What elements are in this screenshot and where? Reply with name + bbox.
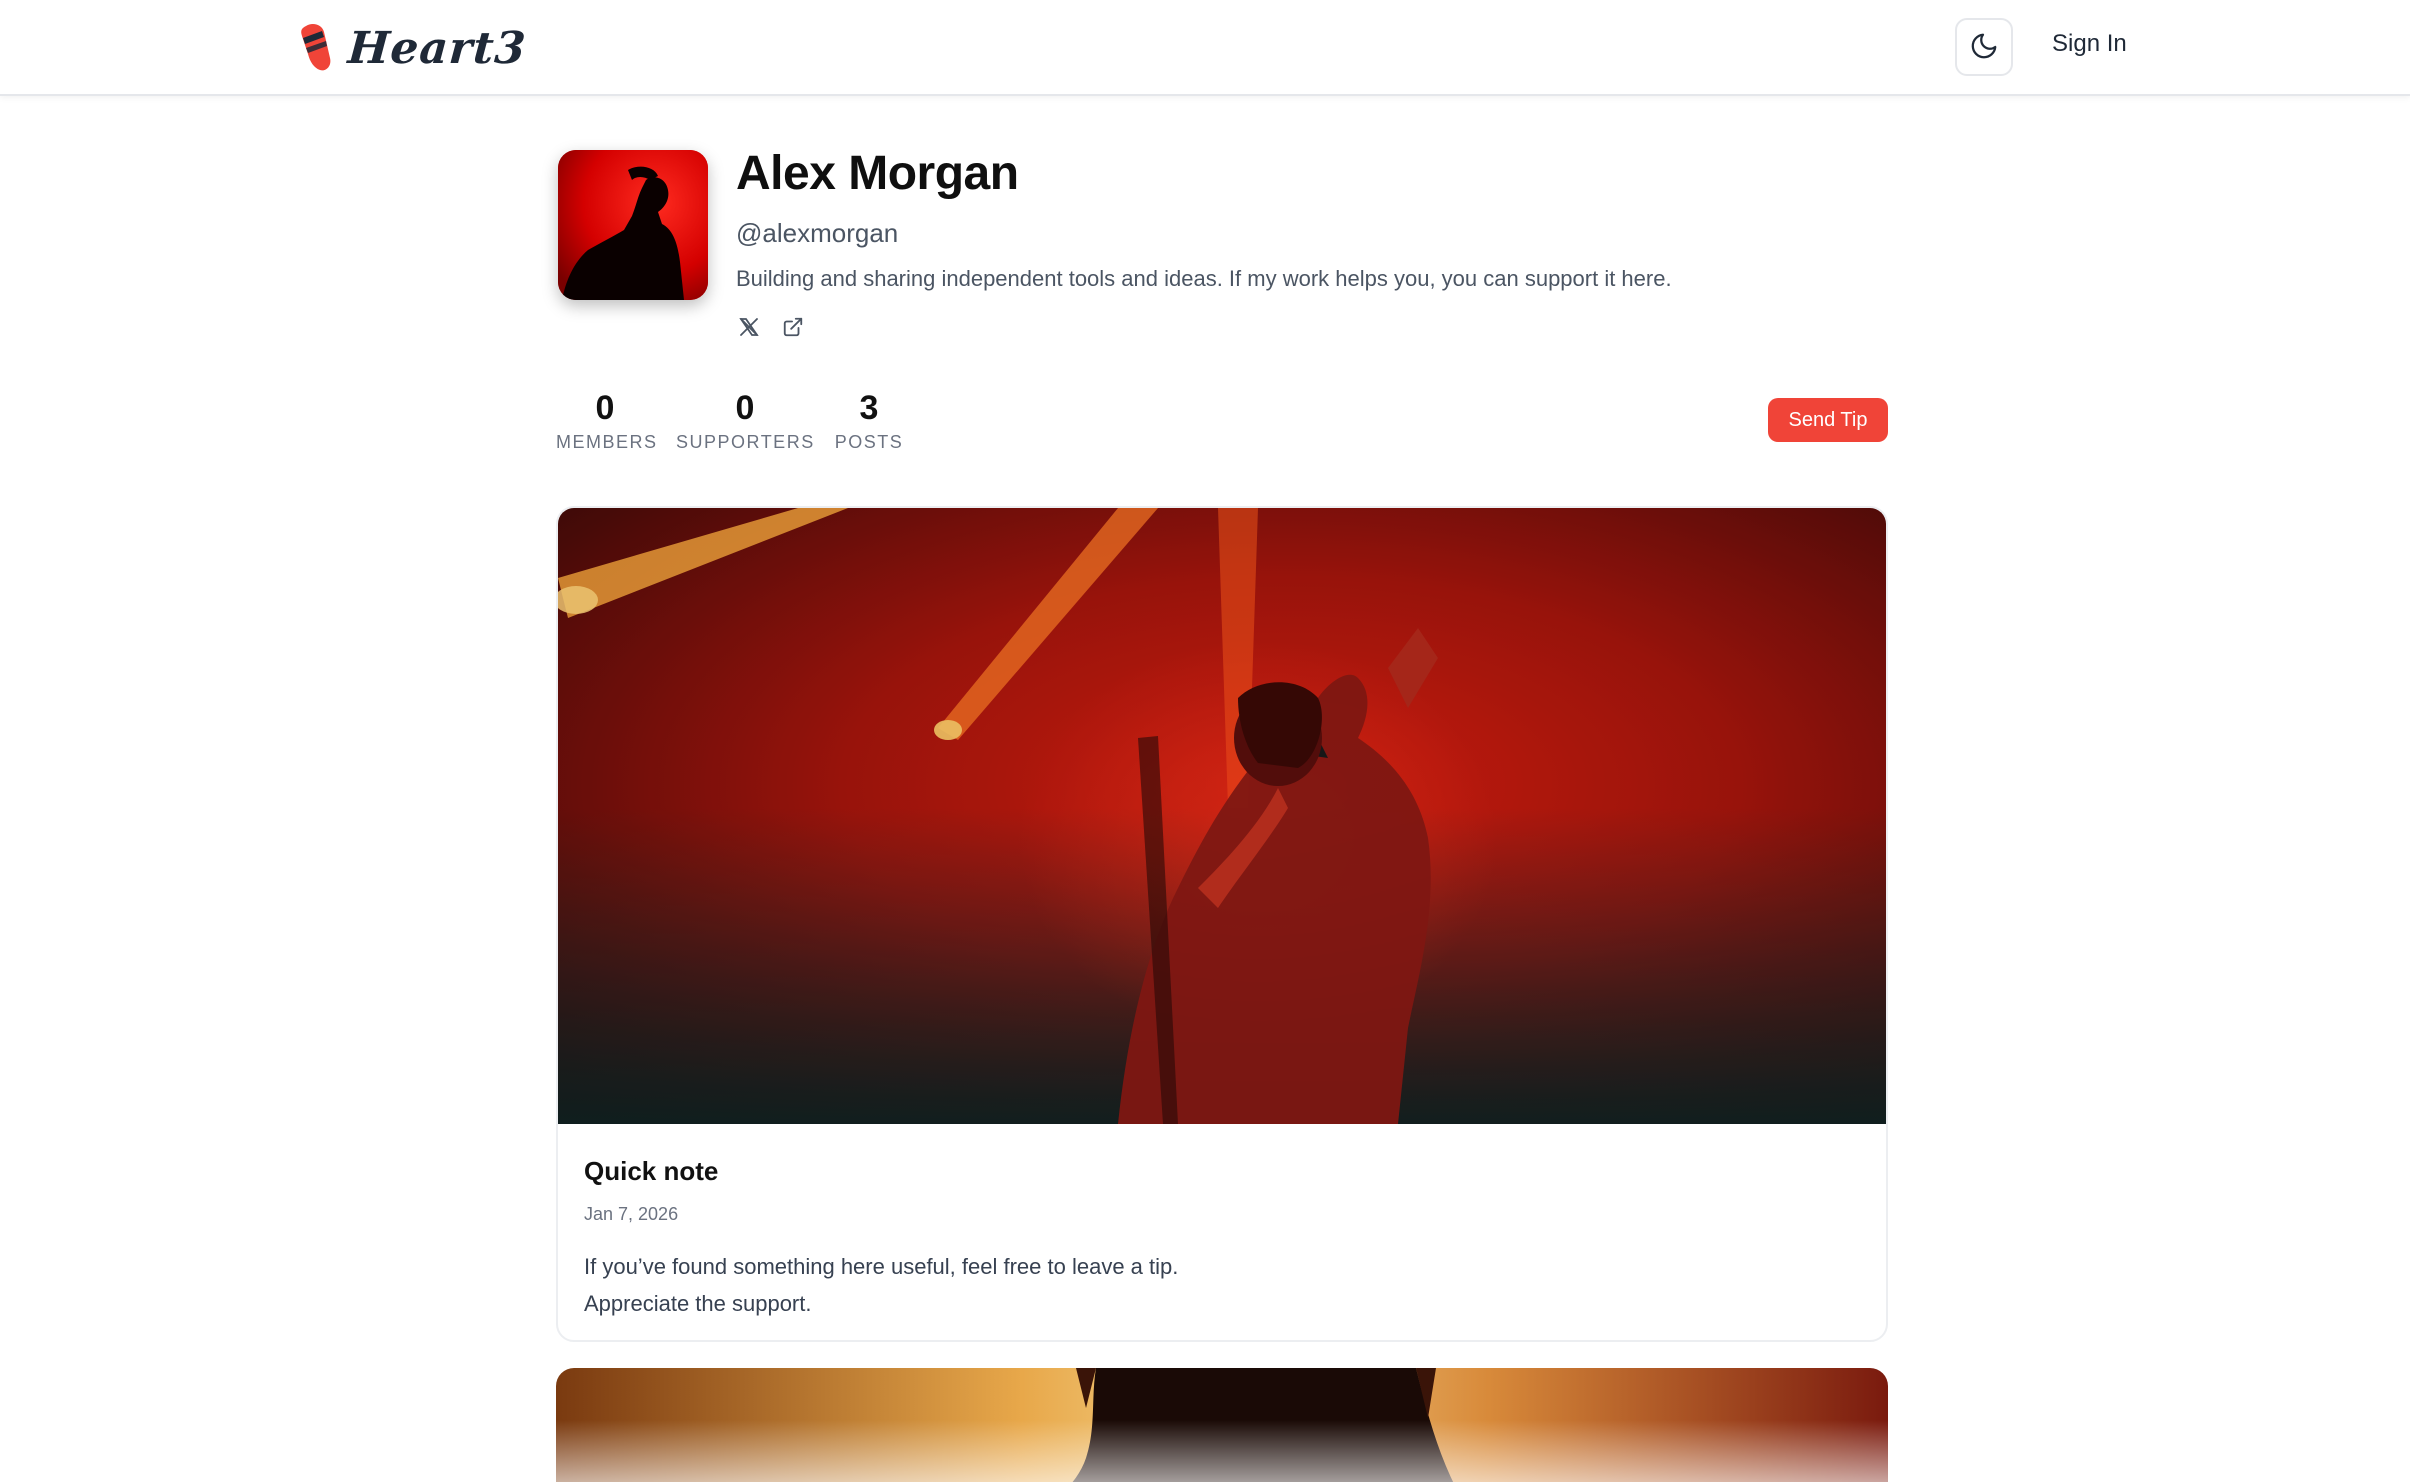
logo-text: Heart3: [346, 22, 528, 74]
profile-handle: @alexmorgan: [736, 218, 899, 248]
theme-toggle-button[interactable]: [1955, 18, 2013, 76]
send-tip-button[interactable]: Send Tip: [1768, 398, 1888, 442]
stat-members: 0 MEMBERS: [556, 388, 658, 453]
logo-link[interactable]: Heart3: [300, 20, 528, 76]
post-body-line: If you’ve found something here useful, f…: [584, 1254, 1179, 1279]
x-social-link[interactable]: [732, 312, 766, 346]
logo-icon: [300, 22, 334, 74]
stat-label: MEMBERS: [556, 432, 658, 452]
stat-supporters: 0 SUPPORTERS: [676, 388, 814, 453]
external-link-icon: [782, 316, 804, 343]
top-navbar: Heart3 Sign In: [0, 0, 2410, 96]
post-card[interactable]: [556, 1368, 1888, 1482]
post-title: Quick note: [584, 1156, 719, 1186]
stat-value: 3: [859, 389, 879, 427]
post-date: Jan 7, 2026: [584, 1204, 679, 1224]
profile-name: Alex Morgan: [736, 147, 1019, 200]
stat-posts: 3 POSTS: [832, 388, 906, 453]
post-body: If you’ve found something here useful, f…: [584, 1248, 1178, 1322]
post-card[interactable]: Quick note Jan 7, 2026 If you’ve found s…: [556, 506, 1888, 1342]
stat-value: 0: [595, 389, 615, 427]
stat-label: SUPPORTERS: [676, 432, 815, 452]
stat-label: POSTS: [834, 432, 904, 452]
website-link[interactable]: [776, 312, 810, 346]
sign-in-link[interactable]: Sign In: [2052, 30, 2127, 58]
post-image: [556, 1368, 1888, 1482]
x-icon: [737, 315, 761, 344]
post-body-line: Appreciate the support.: [584, 1291, 812, 1316]
profile-bio: Building and sharing independent tools a…: [736, 266, 1672, 291]
stat-value: 0: [735, 389, 755, 427]
post-image: [558, 508, 1886, 1124]
moon-icon: [1969, 31, 1999, 64]
avatar: [558, 150, 708, 300]
